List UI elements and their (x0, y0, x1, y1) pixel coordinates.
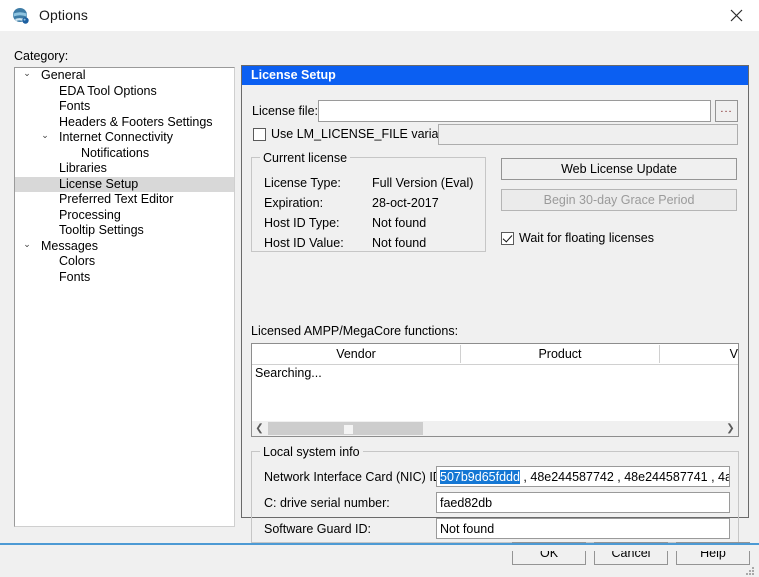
sidebar-item-label: EDA Tool Options (59, 83, 157, 98)
local-system-info-group: Local system info Network Interface Card… (251, 445, 739, 543)
scroll-left-icon[interactable]: ❮ (252, 421, 267, 436)
sidebar-item-headers-footers-settings[interactable]: Headers & Footers Settings (15, 115, 234, 131)
sidebar-item-label: Headers & Footers Settings (59, 114, 213, 129)
scroll-right-icon[interactable]: ❯ (723, 421, 738, 436)
nic-id-rest-text: , 48e244587742 , 48e244587741 , 4ae24458… (523, 470, 729, 484)
use-lm-license-file-checkbox[interactable] (253, 128, 266, 141)
sidebar-item-colors[interactable]: Colors (15, 254, 234, 270)
column-header-version[interactable]: V (660, 344, 738, 364)
sidebar-item-label: Notifications (81, 145, 150, 160)
column-header-vendor[interactable]: Vendor (252, 344, 460, 364)
quartus-globe-icon (12, 7, 30, 25)
license-file-label: License file: (252, 104, 319, 118)
chevron-down-icon[interactable]: ⌄ (39, 130, 51, 141)
wait-floating-licenses-checkbox[interactable] (501, 232, 514, 245)
sidebar-item-general[interactable]: ⌄ General (15, 68, 234, 84)
scrollbar-thumb[interactable] (268, 422, 423, 435)
current-license-group-title: Current license (260, 151, 351, 165)
local-system-info-group-title: Local system info (260, 445, 363, 459)
sidebar-item-label: Fonts (59, 99, 91, 113)
sidebar-item-label: Libraries (59, 161, 107, 175)
sidebar-item-processing[interactable]: Processing (15, 208, 234, 224)
bottom-accent-bar (0, 543, 759, 551)
license-file-browse-button[interactable]: ... (715, 100, 738, 122)
licensed-functions-label: Licensed AMPP/MegaCore functions: (251, 324, 459, 338)
sidebar-item-fonts[interactable]: Fonts (15, 270, 234, 286)
category-tree[interactable]: ⌄ General EDA Tool Options Fonts Headers & F… (14, 67, 235, 527)
sidebar-item-label: License Setup (59, 176, 139, 191)
nic-id-selected-text: 507b9d65fddd (440, 470, 520, 484)
current-license-row-label: License Type: (264, 176, 341, 190)
sidebar-item-label: Preferred Text Editor (59, 192, 174, 206)
lm-license-file-input (438, 124, 738, 145)
begin-grace-period-button: Begin 30-day Grace Period (501, 189, 737, 211)
license-file-input[interactable] (318, 100, 711, 122)
drive-serial-input[interactable]: faed82db (436, 492, 730, 513)
nic-id-input[interactable]: 507b9d65fddd , 48e244587742 , 48e2445877… (436, 466, 730, 487)
current-license-row-value: Full Version (Eval) (372, 176, 474, 190)
sidebar-item-tooltip-settings[interactable]: Tooltip Settings (15, 223, 234, 239)
wait-floating-licenses-label: Wait for floating licenses (519, 231, 655, 245)
sidebar-item-label: Processing (59, 207, 121, 222)
resize-grip-icon[interactable] (745, 567, 755, 577)
sidebar-item-notifications[interactable]: Notifications (15, 146, 234, 162)
table-horizontal-scrollbar[interactable]: ❮ ❯ (252, 420, 738, 436)
use-lm-license-file-label: Use LM_LICENSE_FILE variable: (271, 127, 459, 141)
table-status-text: Searching... (255, 366, 322, 380)
licensed-functions-table[interactable]: Vendor Product V Searching... ❮ ❯ (251, 343, 739, 437)
dialog-body: Category: ⌄ General EDA Tool Options Fonts H… (0, 31, 759, 575)
current-license-row-label: Host ID Type: (264, 216, 340, 230)
current-license-row-value: 28-oct-2017 (372, 196, 439, 210)
sidebar-item-label: Colors (59, 254, 96, 268)
window-title: Options (39, 7, 88, 23)
sidebar-item-label: Fonts (59, 269, 91, 284)
nic-id-label: Network Interface Card (NIC) ID: (264, 470, 446, 484)
chevron-down-icon[interactable]: ⌄ (21, 239, 33, 250)
current-license-row-value: Not found (372, 236, 427, 250)
software-guard-label: Software Guard ID: (264, 522, 371, 536)
category-label: Category: (14, 49, 69, 63)
web-license-update-button[interactable]: Web License Update (501, 158, 737, 180)
sidebar-item-internet-connectivity[interactable]: ⌄ Internet Connectivity (15, 130, 234, 146)
current-license-row-value: Not found (372, 216, 427, 230)
current-license-row-label: Expiration: (264, 196, 324, 210)
sidebar-item-label: Tooltip Settings (59, 223, 144, 237)
sidebar-item-license-setup[interactable]: License Setup (15, 176, 234, 192)
software-guard-input[interactable]: Not found (436, 518, 730, 539)
chevron-down-icon[interactable]: ⌄ (21, 68, 33, 79)
current-license-group: Current license License Type: Full Versio… (251, 151, 486, 252)
sidebar-item-messages[interactable]: ⌄ Messages (15, 239, 234, 255)
drive-serial-label: C: drive serial number: (264, 496, 390, 510)
current-license-row-label: Host ID Value: (264, 236, 344, 250)
table-header-row: Vendor Product V (252, 344, 738, 365)
sidebar-item-eda-tool-options[interactable]: EDA Tool Options (15, 84, 234, 100)
title-bar: Options (0, 0, 759, 32)
sidebar-item-fonts[interactable]: Fonts (15, 99, 234, 115)
license-setup-panel: License Setup License file: ... Use LM_L… (241, 65, 749, 543)
sidebar-item-preferred-text-editor[interactable]: Preferred Text Editor (15, 192, 234, 208)
panel-title: License Setup (242, 66, 748, 85)
column-header-product[interactable]: Product (461, 344, 659, 364)
close-icon[interactable] (713, 0, 759, 31)
sidebar-item-libraries[interactable]: Libraries (15, 161, 234, 177)
